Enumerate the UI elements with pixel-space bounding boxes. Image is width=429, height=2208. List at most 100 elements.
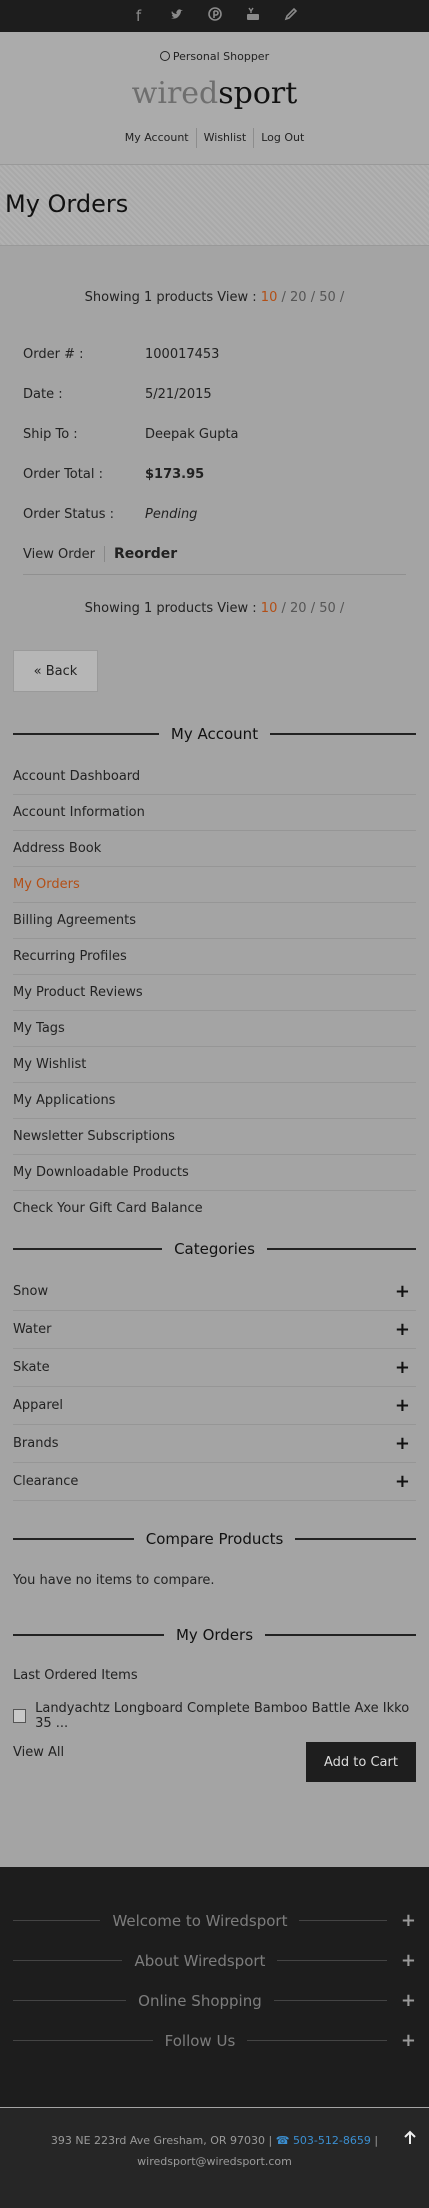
footer-section[interactable]: Online Shopping +: [13, 1990, 416, 2011]
category-item[interactable]: Apparel +: [13, 1387, 416, 1425]
plus-icon[interactable]: +: [395, 1395, 416, 1416]
site-logo[interactable]: wiredsport: [0, 76, 429, 111]
phone-link[interactable]: 503-512-8659: [293, 2134, 371, 2147]
last-ordered-item-name[interactable]: Landyachtz Longboard Complete Bamboo Bat…: [35, 1701, 416, 1731]
plus-icon[interactable]: +: [401, 2030, 416, 2051]
plus-icon[interactable]: +: [401, 1990, 416, 2011]
footer-rule: [247, 2040, 387, 2041]
pager-sep: /: [310, 290, 316, 305]
pager-sep: /: [310, 601, 316, 616]
address-text: 393 NE 223rd Ave Gresham, OR 97030 |: [50, 2134, 273, 2147]
pager-option-10[interactable]: 10: [261, 601, 278, 616]
personal-shopper-link[interactable]: Personal Shopper: [0, 50, 429, 63]
account-menu-item[interactable]: Newsletter Subscriptions: [13, 1119, 416, 1155]
page-title-banner: My Orders: [0, 165, 429, 246]
reorder-link[interactable]: Reorder: [103, 546, 177, 562]
footer-rule: [13, 2000, 127, 2001]
search-icon: [159, 51, 170, 61]
account-menu-item[interactable]: Recurring Profiles: [13, 939, 416, 975]
account-menu-item[interactable]: Check Your Gift Card Balance: [13, 1191, 416, 1226]
footer-section[interactable]: Follow Us +: [13, 2030, 416, 2051]
footer-section[interactable]: About Wiredsport +: [13, 1950, 416, 1971]
heading-rule: [13, 1248, 163, 1250]
pencil-icon[interactable]: [283, 7, 299, 25]
account-menu-item[interactable]: My Tags: [13, 1011, 416, 1047]
category-label: Water: [13, 1322, 52, 1337]
plus-icon[interactable]: +: [395, 1281, 416, 1302]
order-status-row: Order Status : Pending: [23, 494, 406, 534]
item-checkbox[interactable]: [13, 1709, 27, 1723]
account-menu-item[interactable]: My Downloadable Products: [13, 1155, 416, 1191]
footer-rule: [299, 1920, 387, 1921]
plus-icon[interactable]: +: [401, 1950, 416, 1971]
account-menu-item[interactable]: Billing Agreements: [13, 903, 416, 939]
account-menu-item[interactable]: My Product Reviews: [13, 975, 416, 1011]
pager-option-50[interactable]: 50: [319, 601, 336, 616]
last-ordered-label: Last Ordered Items: [13, 1668, 138, 1683]
order-summary: Order # : 100017453 Date : 5/21/2015 Ship …: [0, 334, 429, 574]
footer-section[interactable]: Welcome to Wiredsport +: [13, 1910, 416, 1931]
plus-icon[interactable]: +: [395, 1357, 416, 1378]
account-menu-item[interactable]: My Applications: [13, 1083, 416, 1119]
order-total-label: Order Total :: [23, 466, 103, 482]
category-item[interactable]: Snow +: [13, 1273, 416, 1311]
footer-links: [0, 1867, 429, 2107]
logo-wired-text: wired: [131, 76, 219, 111]
footer-section-label: Follow Us: [164, 2031, 236, 2050]
heading-rule: [13, 1538, 134, 1540]
add-to-cart-button[interactable]: Add to Cart: [306, 1742, 416, 1782]
facebook-icon[interactable]: f: [131, 7, 147, 25]
plus-icon[interactable]: +: [395, 1319, 416, 1340]
pager-sep: /: [339, 290, 345, 305]
plus-icon[interactable]: +: [395, 1433, 416, 1454]
view-order-link[interactable]: View Order: [23, 547, 95, 562]
footer-section-label: Online Shopping: [138, 1991, 262, 2010]
back-button[interactable]: « Back: [13, 650, 98, 692]
category-item[interactable]: Skate +: [13, 1349, 416, 1387]
personal-shopper-label: Personal Shopper: [172, 50, 270, 63]
order-ship-label: Ship To :: [23, 426, 78, 442]
nav-wishlist[interactable]: Wishlist: [195, 128, 254, 148]
contact-sep: |: [374, 2134, 379, 2147]
site-header: Personal Shopper wiredsport My Account W…: [0, 32, 429, 165]
youtube-icon[interactable]: [245, 7, 261, 25]
recent-orders-heading: My Orders: [13, 1626, 416, 1644]
pager-option-20[interactable]: 20: [290, 601, 307, 616]
nav-log-out[interactable]: Log Out: [253, 128, 311, 148]
category-item[interactable]: Brands +: [13, 1425, 416, 1463]
account-menu: Account Dashboard Account Information Ad…: [13, 759, 416, 1226]
footer-rule: [13, 1920, 101, 1921]
plus-icon[interactable]: +: [401, 1910, 416, 1931]
footer-rule: [13, 1960, 123, 1961]
pager-option-10[interactable]: 10: [261, 290, 278, 305]
back-to-top-icon[interactable]: [401, 2130, 419, 2148]
account-menu-item[interactable]: Account Dashboard: [13, 759, 416, 795]
category-label: Brands: [13, 1436, 59, 1451]
twitter-icon[interactable]: [169, 7, 185, 25]
account-nav: My Account Wishlist Log Out: [0, 128, 429, 148]
footer-rule: [13, 2040, 153, 2041]
account-menu-item-active[interactable]: My Orders: [13, 867, 416, 903]
category-item[interactable]: Clearance +: [13, 1463, 416, 1501]
category-item[interactable]: Water +: [13, 1311, 416, 1349]
order-status: Pending: [145, 506, 198, 522]
account-menu-item[interactable]: Account Information: [13, 795, 416, 831]
view-all-link[interactable]: View All: [13, 1745, 64, 1760]
heading-rule: [265, 1634, 416, 1636]
compare-heading: Compare Products: [13, 1530, 417, 1548]
pager-showing: Showing 1 products View :: [84, 290, 257, 305]
account-menu-item[interactable]: My Wishlist: [13, 1047, 416, 1083]
pager-option-50[interactable]: 50: [319, 290, 336, 305]
pager-option-20[interactable]: 20: [290, 290, 307, 305]
order-ship-row: Ship To : Deepak Gupta: [23, 414, 406, 454]
recent-orders-heading-text: My Orders: [175, 1626, 254, 1644]
footer-contact: 393 NE 223rd Ave Gresham, OR 97030 | ☎ 5…: [0, 2108, 429, 2208]
contact-line: 393 NE 223rd Ave Gresham, OR 97030 | ☎ 5…: [0, 2134, 429, 2147]
pinterest-icon[interactable]: [207, 7, 223, 25]
plus-icon[interactable]: +: [395, 1471, 416, 1492]
my-account-heading-text: My Account: [170, 725, 259, 743]
nav-my-account[interactable]: My Account: [118, 128, 196, 148]
order-number-label: Order # :: [23, 346, 84, 362]
email-link[interactable]: wiredsport@wiredsport.com: [0, 2155, 429, 2168]
account-menu-item[interactable]: Address Book: [13, 831, 416, 867]
